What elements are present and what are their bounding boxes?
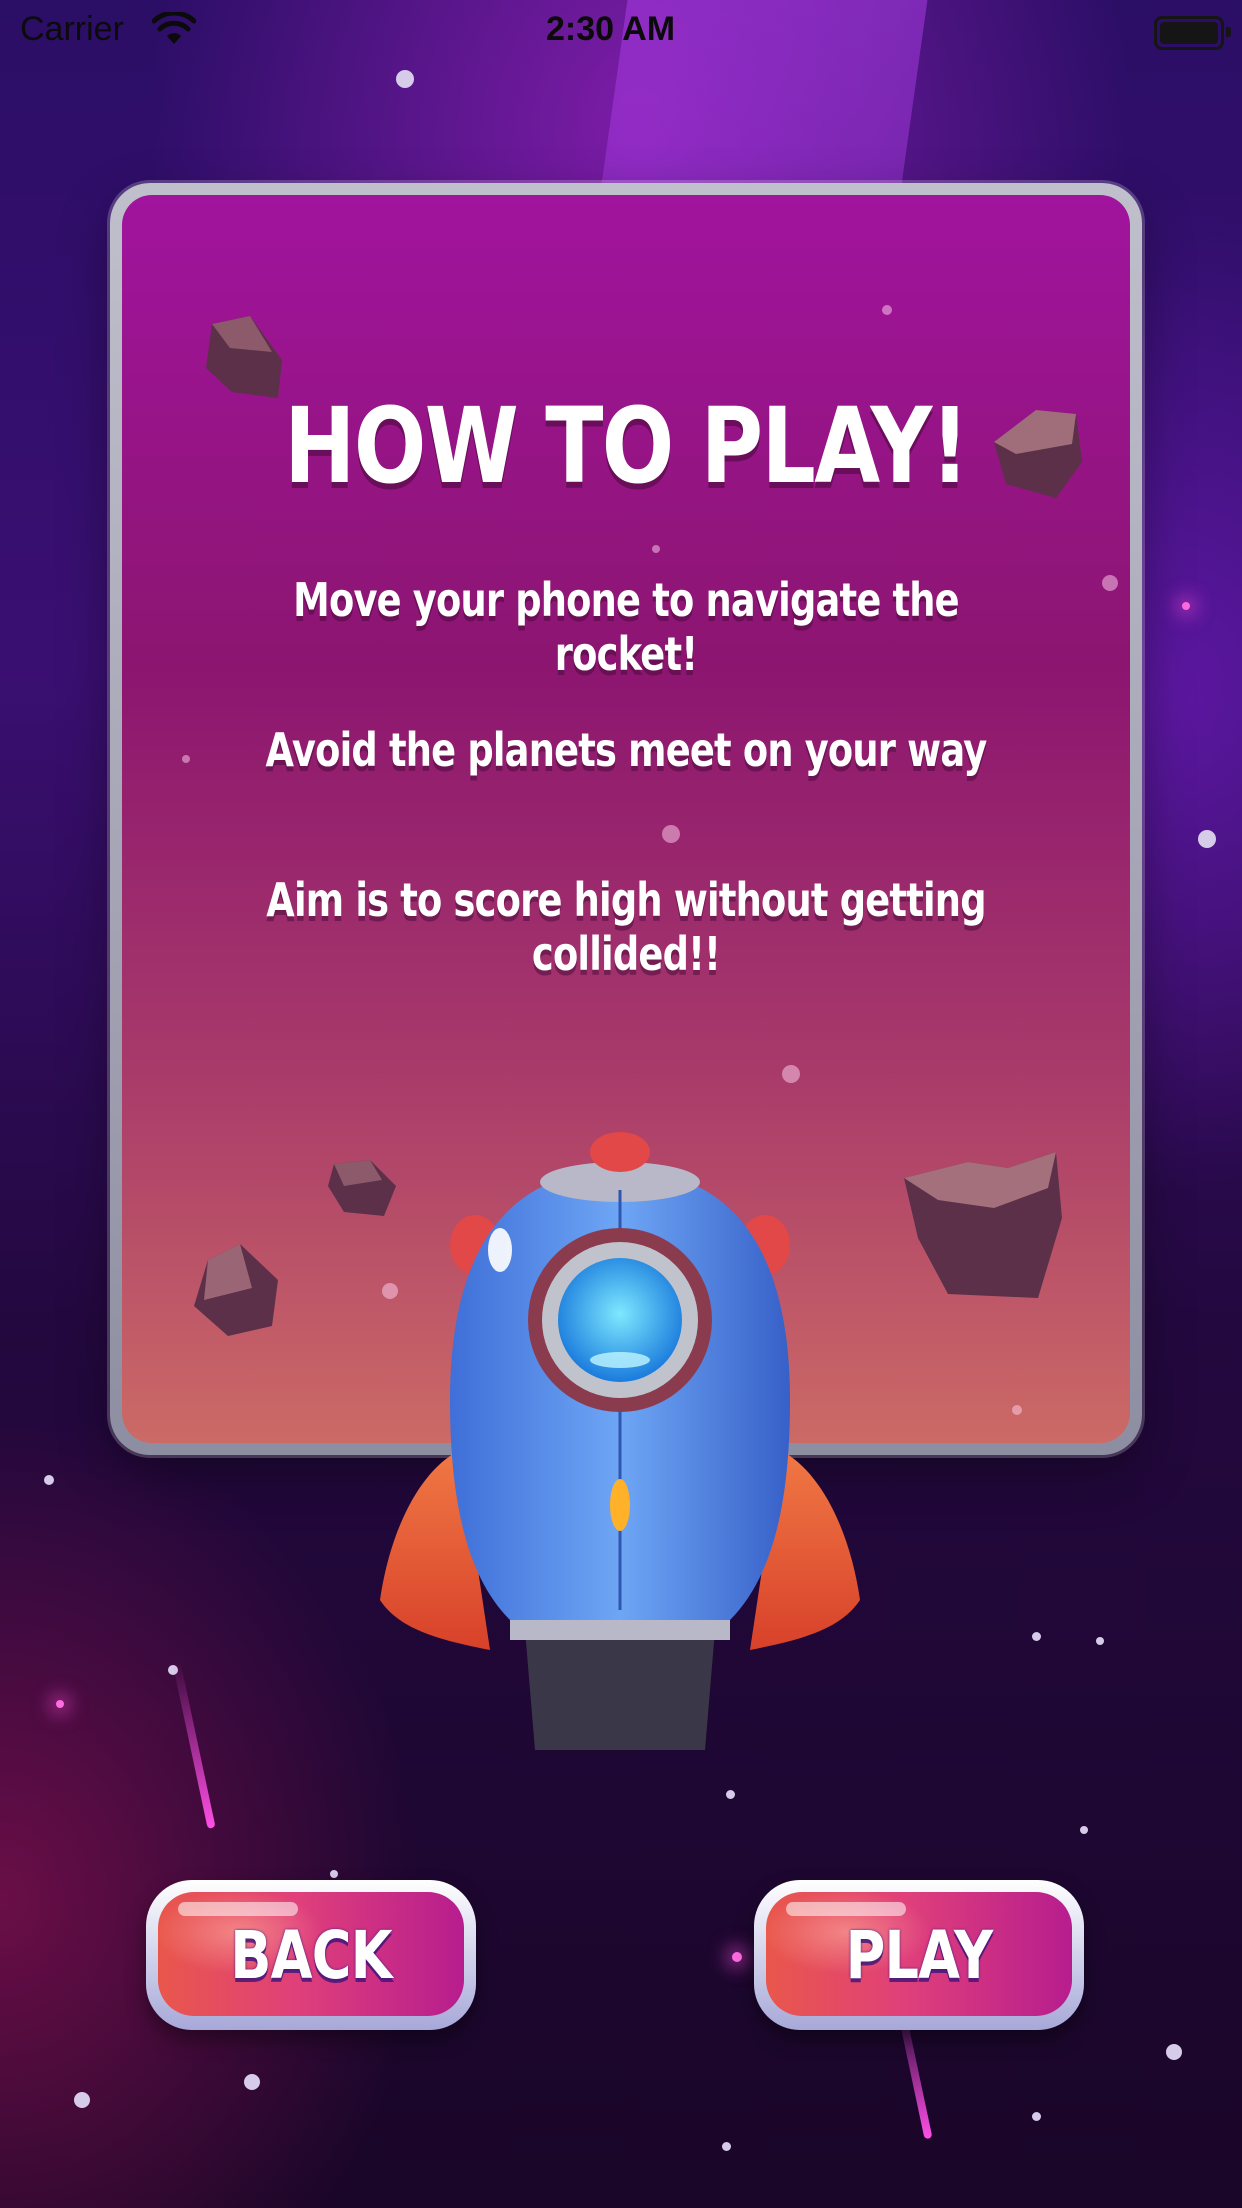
- instruction-line-1: Move your phone to navigate the rocket!: [293, 573, 959, 681]
- star: [1198, 830, 1216, 848]
- rocket-ship: [380, 1132, 860, 1750]
- asteroid-rock: [904, 1152, 1062, 1298]
- star: [330, 1870, 338, 1878]
- wifi-icon: [152, 12, 196, 44]
- star: [396, 70, 414, 88]
- star: [1080, 1826, 1088, 1834]
- carrier-label: Carrier: [20, 10, 124, 48]
- meteor: [172, 1661, 216, 1829]
- star: [44, 1475, 54, 1485]
- star: [74, 2092, 90, 2108]
- star: [722, 2142, 731, 2151]
- star: [726, 1790, 735, 1799]
- instruction-line-2: Avoid the planets meet on your way: [265, 723, 988, 777]
- play-button-label: PLAY: [845, 1916, 994, 1994]
- play-button[interactable]: PLAY: [754, 1880, 1084, 2030]
- star: [1032, 1632, 1041, 1641]
- back-button-label: BACK: [230, 1916, 392, 1994]
- glow-star: [56, 1700, 64, 1708]
- page-title: HOW TO PLAY!: [284, 385, 969, 507]
- battery-icon: [1154, 16, 1231, 50]
- star: [244, 2074, 260, 2090]
- glow-star: [1182, 602, 1190, 610]
- asteroid-rock: [194, 1244, 278, 1336]
- glow-star: [732, 1952, 742, 1962]
- instruction-line-3: Aim is to score high without getting col…: [266, 873, 986, 981]
- back-button[interactable]: BACK: [146, 1880, 476, 2030]
- asteroid-rock: [994, 410, 1082, 498]
- status-bar: Carrier 2:30 AM: [0, 0, 1242, 62]
- clock: 2:30 AM: [546, 10, 676, 48]
- star: [1096, 1637, 1104, 1645]
- asteroid-rock: [206, 316, 282, 398]
- star: [1166, 2044, 1182, 2060]
- star: [1032, 2112, 1041, 2121]
